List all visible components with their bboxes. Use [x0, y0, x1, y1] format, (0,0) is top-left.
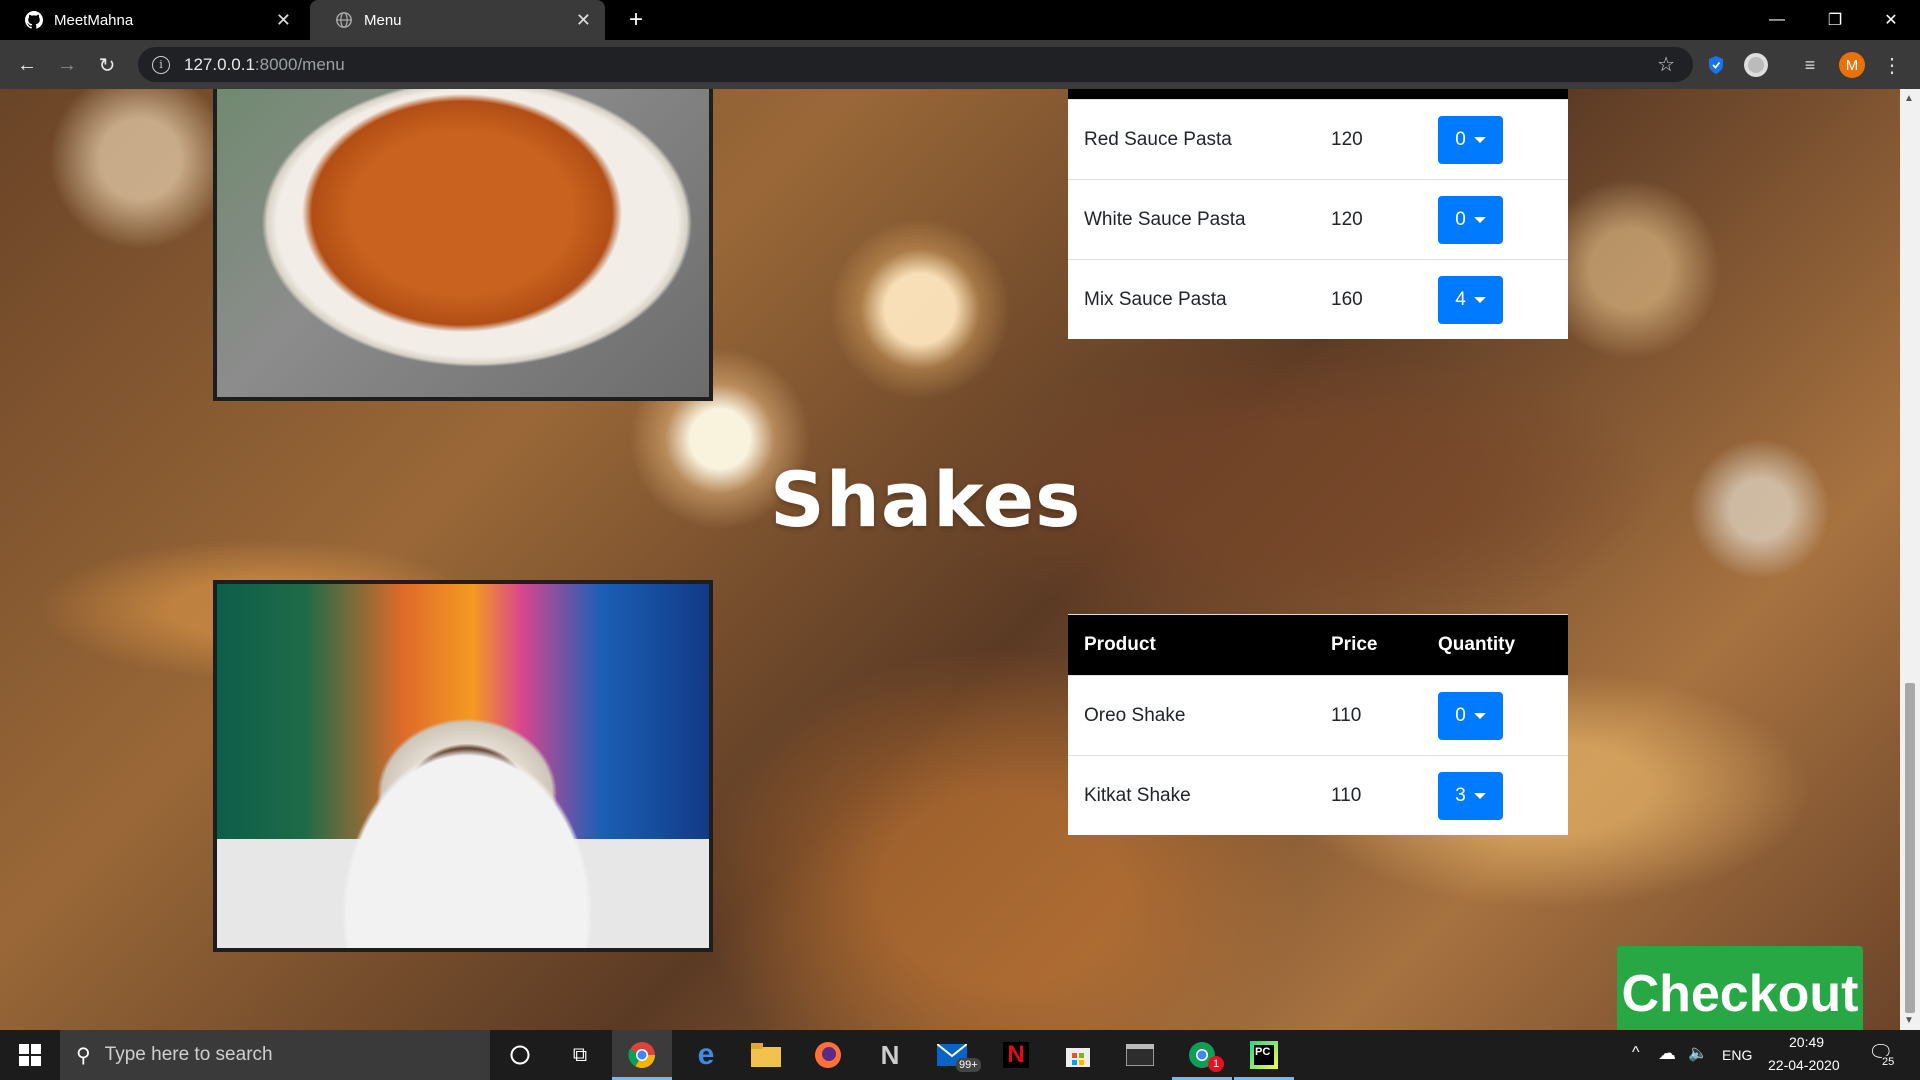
- reload-icon[interactable]: ↻: [92, 50, 122, 80]
- table-row: Kitkat Shake 110 3: [1068, 755, 1568, 835]
- back-icon[interactable]: ←: [12, 50, 42, 80]
- column-header-quantity: Quantity: [1422, 614, 1568, 676]
- product-price: 110: [1315, 755, 1422, 835]
- bookmark-star-icon[interactable]: ☆: [1657, 52, 1675, 77]
- chrome-taskbar-icon[interactable]: [612, 1030, 672, 1080]
- show-hidden-icons[interactable]: ^: [1632, 1044, 1640, 1062]
- minimize-icon[interactable]: —: [1748, 0, 1806, 40]
- shield-extension-icon[interactable]: [1702, 51, 1730, 79]
- product-name: Red Sauce Pasta: [1068, 99, 1315, 180]
- table-row: Red Sauce Pasta 120 0: [1068, 99, 1568, 180]
- tab-menu[interactable]: Menu ✕: [310, 0, 605, 40]
- chrome-window-2-icon[interactable]: 1: [1172, 1030, 1232, 1080]
- product-price: 110: [1315, 675, 1422, 756]
- edge-icon[interactable]: e: [676, 1030, 736, 1080]
- column-header-price: Price: [1315, 614, 1422, 676]
- github-icon: [24, 10, 44, 30]
- table-row: Mix Sauce Pasta 160 4: [1068, 259, 1568, 339]
- cortana-icon[interactable]: [490, 1030, 550, 1080]
- firefox-icon[interactable]: [798, 1030, 858, 1080]
- onedrive-icon[interactable]: ☁: [1658, 1043, 1676, 1064]
- caret-down-icon: [1473, 792, 1486, 799]
- caret-down-icon: [1473, 296, 1486, 303]
- info-icon[interactable]: i: [152, 55, 170, 74]
- profile-avatar[interactable]: M: [1838, 51, 1866, 79]
- task-view-icon[interactable]: ⧉: [550, 1030, 610, 1080]
- product-name: Mix Sauce Pasta: [1068, 259, 1315, 339]
- globe-icon: [334, 10, 354, 30]
- scrollbar-thumb[interactable]: [1905, 683, 1915, 1013]
- table-row: Oreo Shake 110 0: [1068, 675, 1568, 756]
- tab-meetmahna[interactable]: MeetMahna ✕: [0, 0, 305, 40]
- store-icon[interactable]: [1048, 1030, 1108, 1080]
- section-title-shakes: Shakes: [770, 455, 1082, 544]
- notion-icon[interactable]: N: [860, 1030, 920, 1080]
- close-window-icon[interactable]: ✕: [1862, 0, 1920, 40]
- address-bar[interactable]: i 127.0.0.1:8000/menu ☆: [138, 47, 1693, 82]
- caret-down-icon: [1473, 216, 1486, 223]
- product-name: White Sauce Pasta: [1068, 179, 1315, 260]
- close-tab-icon[interactable]: ✕: [276, 10, 291, 31]
- quantity-dropdown[interactable]: 4: [1438, 275, 1503, 324]
- tab-title: MeetMahna: [54, 11, 134, 29]
- product-price: 160: [1315, 259, 1422, 339]
- shake-image: [213, 580, 713, 952]
- product-price: 120: [1315, 179, 1422, 260]
- table-row: White Sauce Pasta 120 0: [1068, 179, 1568, 260]
- quantity-dropdown[interactable]: 0: [1438, 691, 1503, 740]
- quantity-dropdown[interactable]: 0: [1438, 115, 1503, 164]
- restore-icon[interactable]: ❐: [1806, 0, 1864, 40]
- product-name: Oreo Shake: [1068, 675, 1315, 756]
- menu-page: Red Sauce Pasta 120 0 White Sauce Pasta …: [0, 89, 1900, 1030]
- forward-icon[interactable]: →: [52, 50, 82, 80]
- tab-title: Menu: [364, 11, 402, 29]
- url-text: 127.0.0.1:8000/menu: [184, 54, 345, 74]
- taskbar-search-input[interactable]: ⚲ Type here to search: [60, 1030, 490, 1080]
- quantity-dropdown[interactable]: 3: [1438, 771, 1503, 820]
- shakes-menu-table: Product Price Quantity Oreo Shake 110 0 …: [1068, 614, 1568, 835]
- language-indicator[interactable]: ENG: [1722, 1047, 1752, 1063]
- product-price: 120: [1315, 99, 1422, 180]
- scroll-up-icon[interactable]: ▲: [1904, 93, 1914, 104]
- new-tab-button[interactable]: +: [622, 6, 650, 34]
- pasta-image: [213, 89, 713, 401]
- netflix-icon[interactable]: N: [986, 1030, 1046, 1080]
- quantity-dropdown[interactable]: 0: [1438, 195, 1503, 244]
- checkout-button[interactable]: Checkout: [1617, 946, 1863, 1041]
- clock-time[interactable]: 20:49: [1789, 1034, 1824, 1050]
- extension-icon[interactable]: [1742, 51, 1770, 79]
- notification-count: 25: [1882, 1056, 1895, 1068]
- mail-badge: 99+: [956, 1058, 981, 1072]
- caret-down-icon: [1473, 712, 1486, 719]
- volume-icon[interactable]: 🔈: [1688, 1043, 1708, 1063]
- windows-start-icon[interactable]: [0, 1030, 60, 1080]
- page-scrollbar[interactable]: ▲ ▼: [1900, 89, 1920, 1030]
- product-name: Kitkat Shake: [1068, 755, 1315, 835]
- pycharm-icon[interactable]: PC: [1234, 1030, 1294, 1080]
- scroll-down-icon[interactable]: ▼: [1904, 1015, 1914, 1026]
- search-icon: ⚲: [76, 1044, 91, 1067]
- column-header-product: Product: [1068, 614, 1315, 676]
- file-explorer-icon[interactable]: [736, 1030, 796, 1080]
- terminal-icon[interactable]: [1110, 1030, 1170, 1080]
- caret-down-icon: [1473, 136, 1486, 143]
- clock-date[interactable]: 22-04-2020: [1768, 1057, 1840, 1073]
- pasta-menu-table: Red Sauce Pasta 120 0 White Sauce Pasta …: [1068, 89, 1568, 339]
- browser-menu-icon[interactable]: ⋮: [1878, 51, 1906, 79]
- table-header: Product Price Quantity: [1068, 614, 1568, 676]
- mail-icon[interactable]: 99+: [922, 1030, 982, 1080]
- media-control-icon[interactable]: ≡: [1796, 51, 1824, 79]
- notification-badge: 1: [1208, 1056, 1224, 1072]
- close-tab-icon[interactable]: ✕: [576, 10, 591, 31]
